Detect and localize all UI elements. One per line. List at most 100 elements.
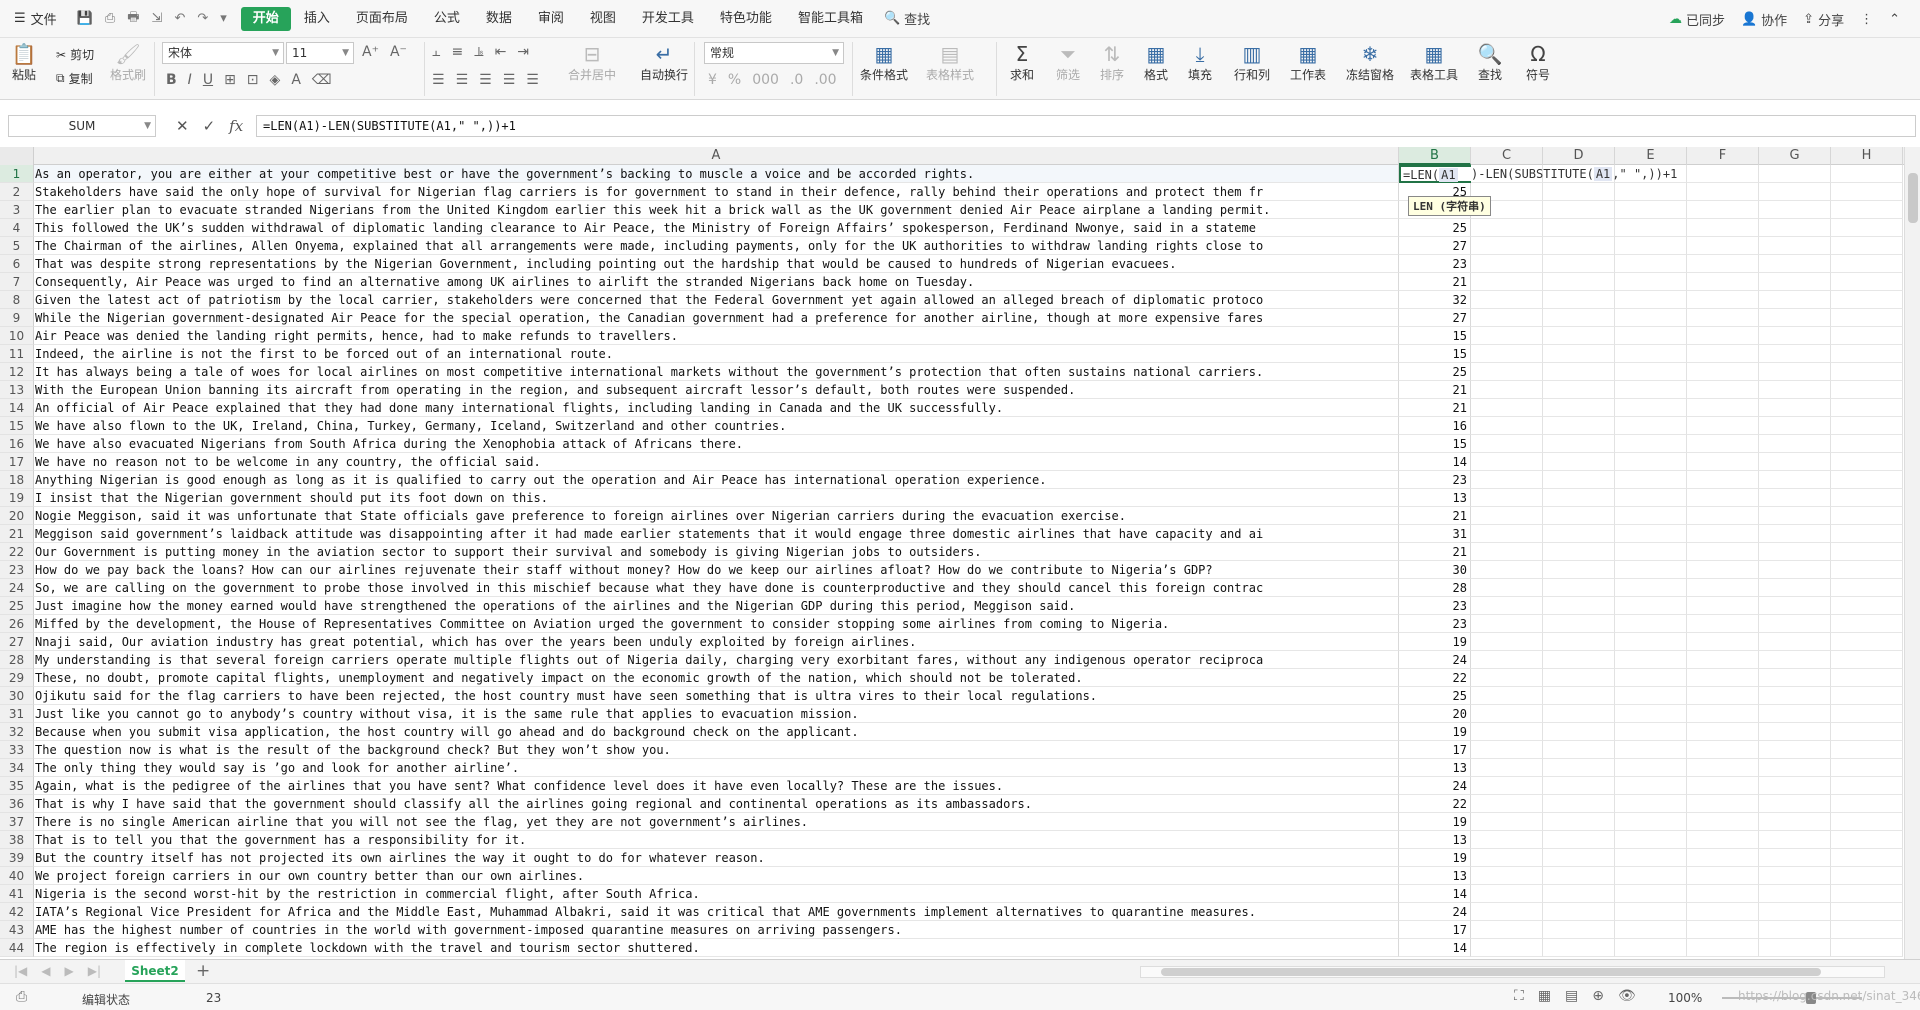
- empty-cell[interactable]: [1471, 741, 1543, 759]
- row-header[interactable]: 8: [0, 291, 34, 309]
- cell-b[interactable]: 27: [1399, 237, 1471, 255]
- empty-cell[interactable]: [1759, 615, 1831, 633]
- row-header[interactable]: 7: [0, 273, 34, 291]
- empty-cell[interactable]: [1471, 471, 1543, 489]
- empty-cell[interactable]: [1615, 687, 1687, 705]
- empty-cell[interactable]: [1687, 201, 1759, 219]
- row-header[interactable]: 35: [0, 777, 34, 795]
- empty-cell[interactable]: [1543, 813, 1615, 831]
- cell-b[interactable]: 31: [1399, 525, 1471, 543]
- cell-b[interactable]: 15: [1399, 435, 1471, 453]
- indent-increase-icon[interactable]: ⇥: [517, 44, 529, 60]
- empty-cell[interactable]: [1759, 183, 1831, 201]
- cell-b[interactable]: 23: [1399, 597, 1471, 615]
- collapse-ribbon-icon[interactable]: ⌃: [1889, 12, 1900, 27]
- cell-b[interactable]: 21: [1399, 507, 1471, 525]
- page-view-icon[interactable]: ▤: [1565, 988, 1578, 1004]
- print-preview-icon[interactable]: ⎙: [105, 11, 115, 26]
- indent-decrease-icon[interactable]: ⇤: [495, 44, 507, 60]
- cell-a[interactable]: The earlier plan to evacuate stranded Ni…: [34, 201, 1399, 219]
- empty-cell[interactable]: [1615, 921, 1687, 939]
- empty-cell[interactable]: [1471, 921, 1543, 939]
- empty-cell[interactable]: [1615, 489, 1687, 507]
- empty-cell[interactable]: [1831, 471, 1903, 489]
- empty-cell[interactable]: [1831, 885, 1903, 903]
- cell-a[interactable]: Just like you cannot go to anybody’s cou…: [34, 705, 1399, 723]
- decimal-decrease-icon[interactable]: .00: [814, 72, 836, 88]
- distribute-icon[interactable]: ☰: [526, 72, 539, 88]
- empty-cell[interactable]: [1471, 417, 1543, 435]
- cut-button[interactable]: ✂ 剪切: [56, 46, 94, 63]
- empty-cell[interactable]: [1687, 597, 1759, 615]
- empty-cell[interactable]: [1543, 363, 1615, 381]
- empty-cell[interactable]: [1687, 237, 1759, 255]
- clear-icon[interactable]: ⌫: [312, 72, 332, 88]
- empty-cell[interactable]: [1615, 471, 1687, 489]
- empty-cell[interactable]: [1615, 669, 1687, 687]
- empty-cell[interactable]: [1831, 849, 1903, 867]
- empty-cell[interactable]: [1471, 561, 1543, 579]
- empty-cell[interactable]: [1543, 849, 1615, 867]
- empty-cell[interactable]: [1687, 381, 1759, 399]
- print-icon[interactable]: 🖶: [127, 8, 139, 30]
- empty-cell[interactable]: [1759, 507, 1831, 525]
- cell-a[interactable]: The only thing they would say is ’go and…: [34, 759, 1399, 777]
- cell-b[interactable]: 19: [1399, 633, 1471, 651]
- empty-cell[interactable]: [1615, 435, 1687, 453]
- row-header[interactable]: 32: [0, 723, 34, 741]
- empty-cell[interactable]: [1759, 849, 1831, 867]
- empty-cell[interactable]: [1759, 579, 1831, 597]
- empty-cell[interactable]: [1759, 165, 1831, 183]
- empty-cell[interactable]: [1543, 597, 1615, 615]
- cell-a[interactable]: These, no doubt, promote capital flights…: [34, 669, 1399, 687]
- row-header[interactable]: 22: [0, 543, 34, 561]
- empty-cell[interactable]: [1543, 507, 1615, 525]
- empty-cell[interactable]: [1615, 399, 1687, 417]
- empty-cell[interactable]: [1615, 597, 1687, 615]
- cell-a[interactable]: Again, what is the pedigree of the airli…: [34, 777, 1399, 795]
- cell-b[interactable]: 21: [1399, 381, 1471, 399]
- cell-b[interactable]: 25: [1399, 219, 1471, 237]
- empty-cell[interactable]: [1615, 705, 1687, 723]
- empty-cell[interactable]: [1471, 795, 1543, 813]
- empty-cell[interactable]: [1471, 705, 1543, 723]
- empty-cell[interactable]: [1615, 525, 1687, 543]
- empty-cell[interactable]: [1831, 399, 1903, 417]
- empty-cell[interactable]: [1471, 381, 1543, 399]
- empty-cell[interactable]: [1471, 345, 1543, 363]
- empty-cell[interactable]: [1687, 327, 1759, 345]
- filter-button[interactable]: ⏷ 筛选: [1056, 42, 1080, 83]
- row-header[interactable]: 24: [0, 579, 34, 597]
- empty-cell[interactable]: [1543, 345, 1615, 363]
- empty-cell[interactable]: [1759, 381, 1831, 399]
- cell-b[interactable]: 23: [1399, 615, 1471, 633]
- row-header[interactable]: 38: [0, 831, 34, 849]
- cell-b[interactable]: 22: [1399, 795, 1471, 813]
- font-color-icon[interactable]: A: [291, 72, 301, 88]
- row-header[interactable]: 40: [0, 867, 34, 885]
- empty-cell[interactable]: [1831, 687, 1903, 705]
- paste-button[interactable]: 📋 粘贴: [12, 42, 37, 83]
- empty-cell[interactable]: [1471, 435, 1543, 453]
- empty-cell[interactable]: [1471, 813, 1543, 831]
- empty-cell[interactable]: [1831, 705, 1903, 723]
- empty-cell[interactable]: [1471, 273, 1543, 291]
- empty-cell[interactable]: [1687, 471, 1759, 489]
- row-header[interactable]: 21: [0, 525, 34, 543]
- cell-a[interactable]: Meggison said government’s laidback atti…: [34, 525, 1399, 543]
- empty-cell[interactable]: [1471, 237, 1543, 255]
- empty-cell[interactable]: [1759, 273, 1831, 291]
- empty-cell[interactable]: [1687, 363, 1759, 381]
- empty-cell[interactable]: [1615, 903, 1687, 921]
- cell-a[interactable]: AME has the highest number of countries …: [34, 921, 1399, 939]
- empty-cell[interactable]: [1759, 651, 1831, 669]
- empty-cell[interactable]: [1759, 237, 1831, 255]
- empty-cell[interactable]: [1687, 453, 1759, 471]
- cell-b[interactable]: 14: [1399, 885, 1471, 903]
- empty-cell[interactable]: [1615, 291, 1687, 309]
- cell-a[interactable]: Just imagine how the money earned would …: [34, 597, 1399, 615]
- empty-cell[interactable]: [1543, 705, 1615, 723]
- empty-cell[interactable]: [1471, 831, 1543, 849]
- empty-cell[interactable]: [1543, 939, 1615, 957]
- rows-columns-button[interactable]: ▥ 行和列: [1234, 42, 1270, 83]
